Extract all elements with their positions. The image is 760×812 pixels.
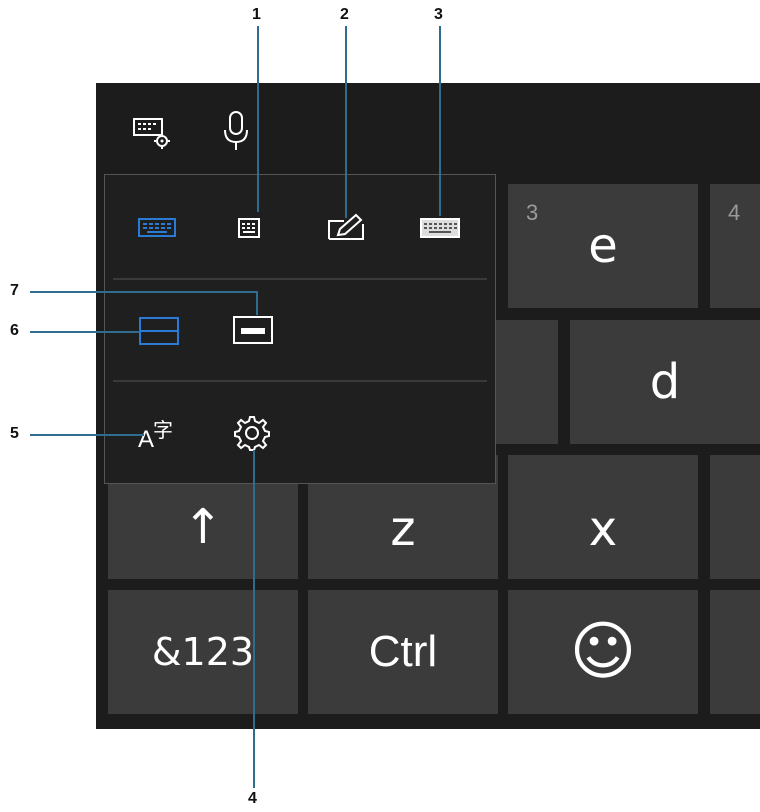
onehanded-keyboard-icon[interactable]	[236, 216, 264, 240]
gear-icon[interactable]	[233, 414, 271, 452]
callout-leader-4	[253, 450, 255, 788]
docked-keyboard-icon[interactable]	[138, 316, 180, 346]
symbols-key-label: &123	[151, 630, 255, 674]
key-x[interactable]: x	[508, 455, 698, 579]
ctrl-key-label: Ctrl	[368, 627, 438, 676]
key-r[interactable]: 4	[710, 184, 760, 308]
language-glyph-char: 字	[153, 418, 173, 442]
key-c[interactable]	[710, 455, 760, 579]
key-x-label: x	[588, 501, 618, 557]
menu-divider	[113, 380, 487, 382]
callout-number-3: 3	[434, 6, 443, 23]
menu-divider	[113, 278, 487, 280]
callout-number-5: 5	[10, 425, 19, 442]
default-keyboard-icon[interactable]	[138, 216, 178, 240]
full-keyboard-icon[interactable]	[420, 216, 462, 240]
shift-arrow-icon: ↑	[182, 499, 224, 555]
key-e[interactable]: 3 e	[508, 184, 698, 308]
callout-number-1: 1	[252, 6, 261, 23]
callout-number-7: 7	[10, 282, 19, 299]
keyboard-settings-icon[interactable]	[132, 116, 172, 150]
symbols-key[interactable]: &123	[108, 590, 298, 714]
callout-number-6: 6	[10, 322, 19, 339]
callout-leader-7-horizontal	[30, 291, 258, 293]
callout-number-2: 2	[340, 6, 349, 23]
ctrl-key[interactable]: Ctrl	[308, 590, 498, 714]
key-r-number-hint: 4	[728, 200, 741, 225]
handwriting-pen-icon[interactable]	[326, 212, 368, 242]
key-e-number-hint: 3	[526, 200, 539, 225]
key-e-label: e	[588, 218, 618, 274]
key-d[interactable]: d	[570, 320, 760, 444]
language-glyph-a: A	[138, 426, 155, 453]
key-z-label: z	[390, 501, 416, 557]
callout-number-4: 4	[248, 790, 257, 807]
callout-leader-7-vertical	[256, 291, 258, 315]
key-s[interactable]	[496, 320, 558, 444]
callout-leader-2	[345, 26, 347, 218]
emoji-key[interactable]: ☺	[508, 590, 698, 714]
callout-leader-6	[30, 331, 140, 333]
callout-leader-5	[30, 434, 144, 436]
microphone-icon[interactable]	[222, 110, 250, 152]
callout-leader-1	[257, 26, 259, 212]
undocked-keyboard-icon[interactable]	[232, 314, 274, 346]
key-d-label: d	[649, 354, 681, 410]
callout-leader-3	[439, 26, 441, 216]
space-key[interactable]	[710, 590, 760, 714]
emoji-icon: ☺	[569, 615, 637, 689]
